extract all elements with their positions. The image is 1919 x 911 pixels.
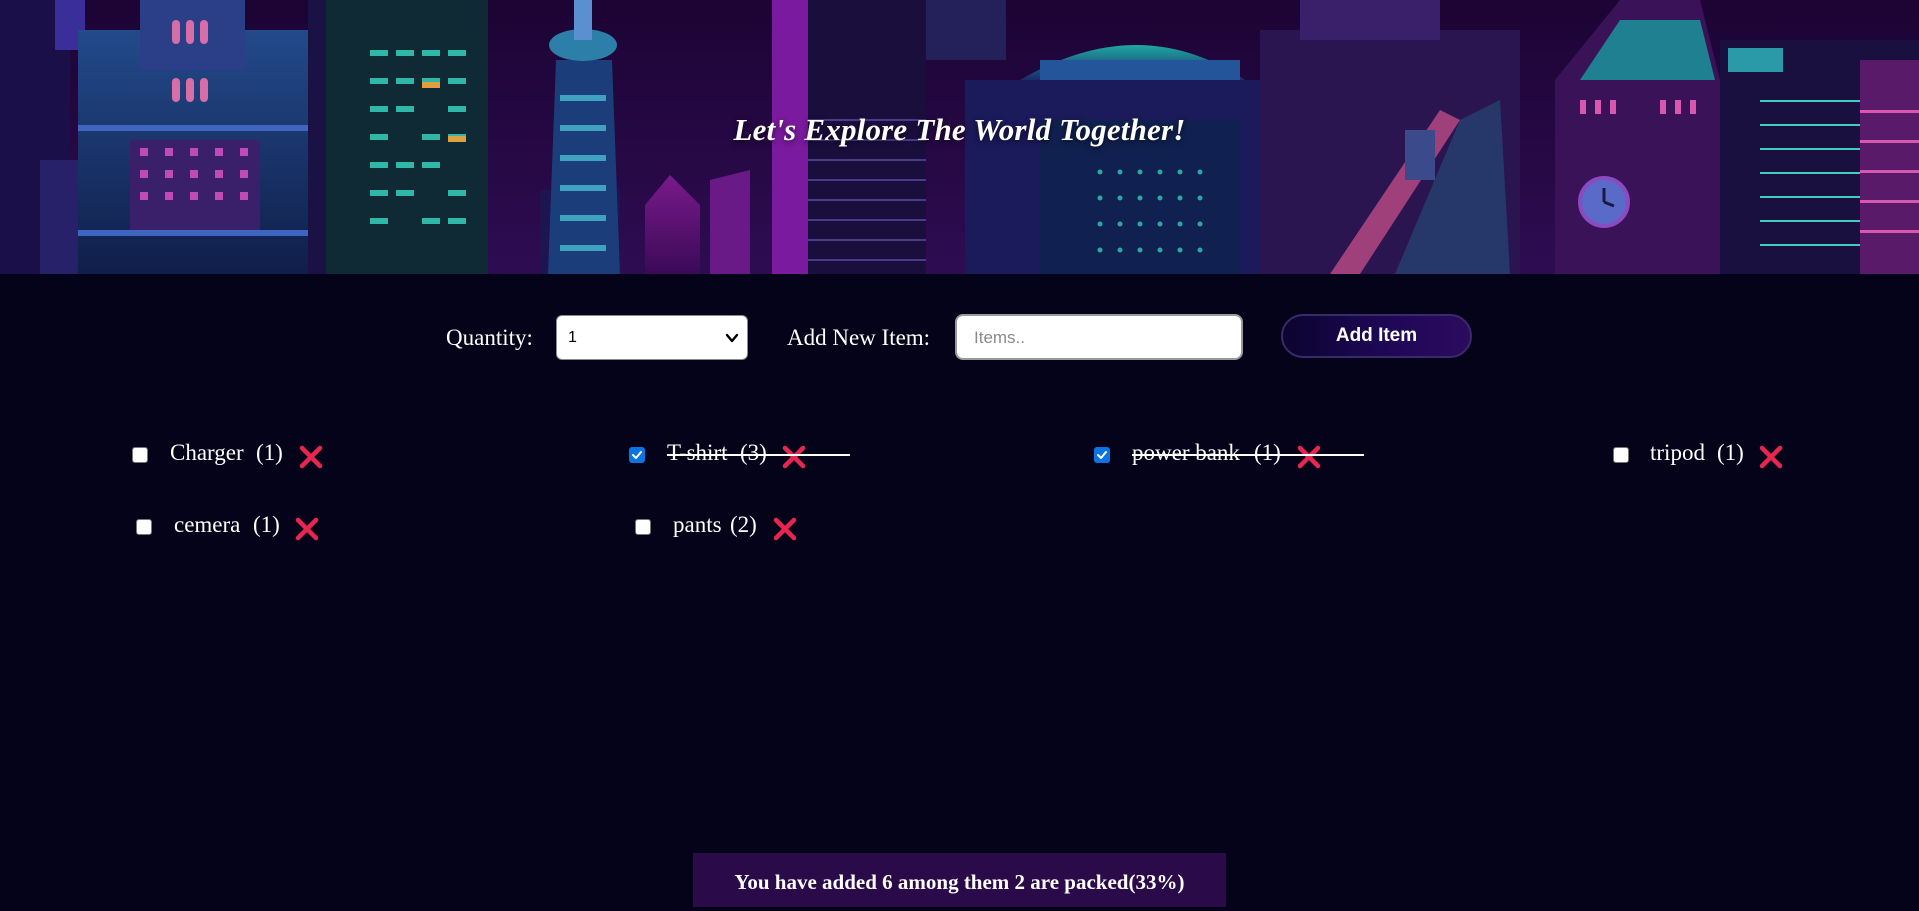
item-name: power bank bbox=[1132, 440, 1240, 465]
checkmark-icon bbox=[1097, 451, 1107, 459]
close-x-icon[interactable] bbox=[1758, 444, 1784, 470]
list-item-cemera: cemera (1) bbox=[136, 512, 336, 545]
item-name: Charger bbox=[170, 440, 244, 465]
new-item-label: Add New Item: bbox=[787, 325, 931, 350]
new-item-placeholder: Items.. bbox=[974, 328, 1026, 347]
page-title: Let's Explore The World Together! bbox=[733, 112, 1186, 147]
list-item-t-shirt: T-shirt (3) bbox=[629, 440, 850, 473]
hero-banner: Let's Explore The World Together! bbox=[0, 0, 1919, 274]
item-count: (1) bbox=[1717, 440, 1744, 465]
item-checkbox[interactable] bbox=[635, 519, 651, 535]
item-checkbox[interactable] bbox=[1613, 447, 1629, 463]
item-name: tripod bbox=[1650, 440, 1705, 465]
item-checkbox[interactable] bbox=[136, 519, 152, 535]
item-checkbox[interactable] bbox=[1094, 447, 1110, 463]
item-name: pants bbox=[673, 512, 722, 537]
item-name: T-shirt bbox=[667, 440, 728, 465]
add-item-form: Quantity: 1 Add New Item: Items.. Add It… bbox=[0, 314, 1919, 360]
item-checkbox[interactable] bbox=[629, 447, 645, 463]
list-item-power-bank: power bank (1) bbox=[1094, 440, 1364, 473]
item-count: (2) bbox=[730, 512, 757, 537]
list-item-charger: Charger (1) bbox=[132, 440, 332, 473]
packing-stats-footer: You have added 6 among them 2 are packed… bbox=[693, 853, 1226, 907]
item-checkbox[interactable] bbox=[132, 447, 148, 463]
checkmark-icon bbox=[632, 451, 642, 459]
item-count: (1) bbox=[253, 512, 280, 537]
close-x-icon[interactable] bbox=[294, 516, 320, 542]
list-item-pants: pants (2) bbox=[635, 512, 835, 545]
close-x-icon[interactable] bbox=[298, 444, 324, 470]
item-count: (1) bbox=[256, 440, 283, 465]
close-x-icon[interactable] bbox=[781, 444, 807, 470]
add-item-button[interactable]: Add Item bbox=[1281, 314, 1472, 358]
list-item-tripod: tripod (1) bbox=[1613, 440, 1813, 473]
item-count: (3) bbox=[740, 440, 767, 465]
item-count: (1) bbox=[1254, 440, 1281, 465]
quantity-select[interactable]: 1 bbox=[556, 315, 748, 360]
quantity-label: Quantity: bbox=[446, 325, 533, 350]
chevron-down-icon bbox=[725, 333, 739, 343]
packed-strikethrough bbox=[1132, 454, 1364, 456]
item-name: cemera bbox=[174, 512, 241, 537]
close-x-icon[interactable] bbox=[772, 516, 798, 542]
quantity-select-value: 1 bbox=[568, 329, 577, 346]
new-item-input[interactable]: Items.. bbox=[955, 314, 1243, 360]
close-x-icon[interactable] bbox=[1296, 444, 1322, 470]
packed-strikethrough bbox=[667, 454, 850, 456]
